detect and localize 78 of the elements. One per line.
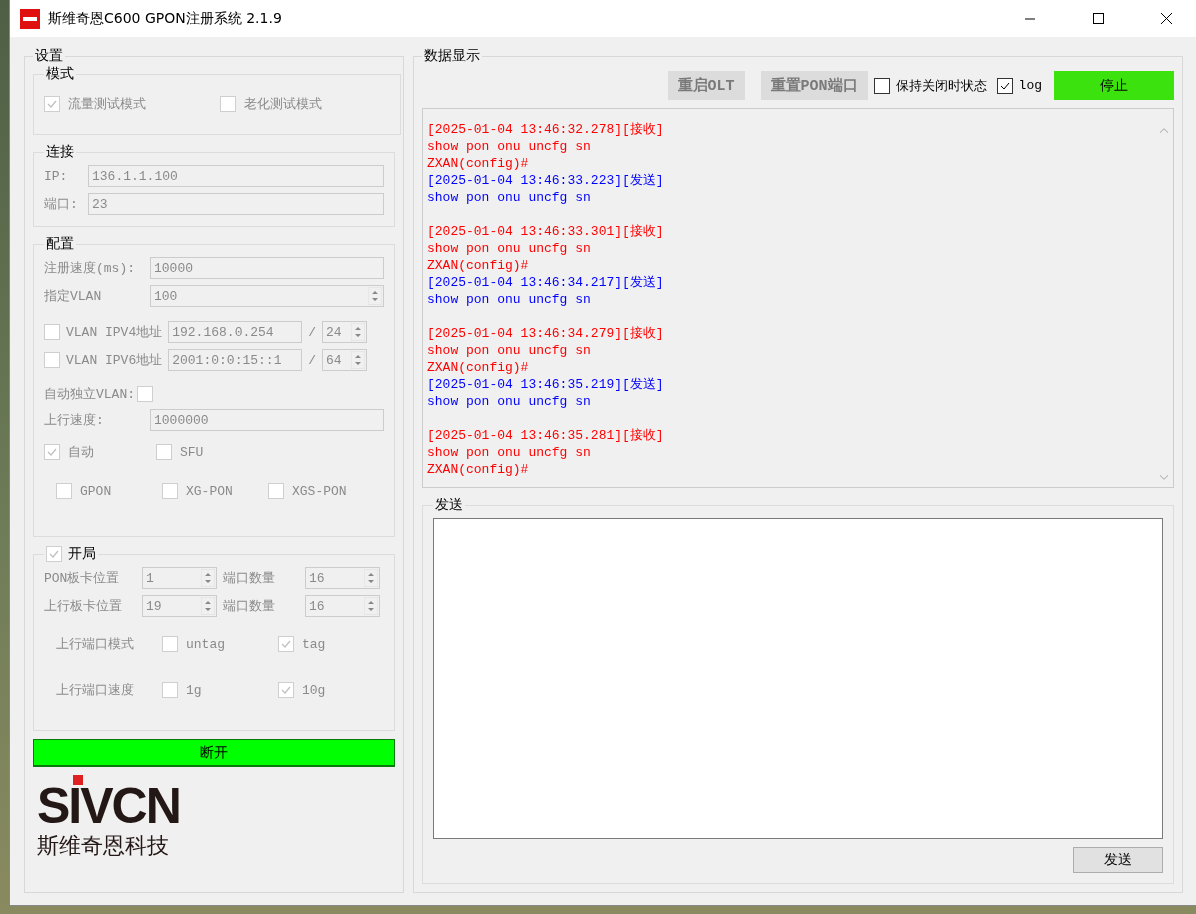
log-line: [2025-01-04 13:46:35.281][接收] [427,427,665,444]
close-icon [1160,13,1172,24]
logo-wordmark: SIVCN [37,783,180,829]
log-line: show pon onu uncfg sn [427,240,592,257]
field-label: 端口数量 [223,570,276,587]
field-label: 上行速度: [44,412,105,429]
checkbox-label: SFU [180,444,204,460]
spinner-arrows-icon[interactable] [364,569,378,587]
field-label: 注册速度(ms): [44,260,136,277]
group-title: 设置 [34,47,64,65]
checkbox-label: 保持关闭时状态 [895,76,987,95]
maximize-icon [1092,13,1104,24]
group-title: 连接 [45,143,75,161]
field-label: PON板卡位置 [44,570,121,587]
group-title-text: 开局 [68,545,96,563]
checkbox-label: tag [302,636,326,652]
field-label: 指定VLAN [44,288,103,305]
spinner-arrows-icon[interactable] [368,287,382,305]
message-input[interactable] [433,518,1163,839]
log-line: ZXAN(config)# [427,359,530,376]
spinner-arrows-icon[interactable] [351,351,366,369]
log-line: show pon onu uncfg sn [427,189,592,206]
checkmark-icon [49,549,59,559]
slash-separator: / [308,324,317,340]
slash-separator: / [308,352,317,368]
spinner-arrows-icon[interactable] [201,597,215,615]
field-label: 上行板卡位置 [44,598,123,615]
checkbox-label: log [1018,78,1042,93]
checkbox-label: 10g [302,682,326,698]
checkmark-icon [47,447,57,457]
log-line: [2025-01-04 13:46:34.217][发送] [427,274,665,291]
field-label: 上行端口速度 [56,682,135,699]
log-line: [2025-01-04 13:46:34.279][接收] [427,325,665,342]
checkmark-icon [999,80,1010,91]
log-line: [2025-01-04 13:46:35.219][发送] [427,376,665,393]
log-line: show pon onu uncfg sn [427,393,592,410]
spinner-arrows-icon[interactable] [351,323,366,341]
checkbox-label: GPON [80,483,112,499]
log-line: [2025-01-04 13:46:33.301][接收] [427,223,665,240]
field-label: IP: [44,168,69,184]
checkbox-label: 自动 [68,444,94,461]
field-label: 端口数量 [223,598,276,615]
checkbox-label: XG-PON [186,483,233,499]
checkbox-label: 自动独立VLAN: [44,386,135,403]
checkbox-label: 流量测试模式 [68,96,146,113]
log-line: ZXAN(config)# [427,155,530,172]
checkmark-icon [281,685,291,695]
field-label: 上行端口模式 [56,636,135,653]
log-line: show pon onu uncfg sn [427,444,592,461]
app-logo-icon [20,8,40,29]
logo-tagline: 斯维奇恩科技 [37,832,170,860]
group-title: 模式 [45,65,75,83]
checkbox[interactable] [873,77,890,94]
checkmark-icon [47,99,57,109]
group-title: 发送 [434,496,464,514]
checkbox-label: VLAN IPV4地址 [66,324,163,341]
checkbox-label: 1g [186,682,202,698]
checkbox[interactable] [996,77,1013,94]
log-line: show pon onu uncfg sn [427,342,592,359]
spinner-arrows-icon[interactable] [364,597,378,615]
group-title: 数据显示 [423,47,481,65]
log-line: ZXAN(config)# [427,461,530,478]
log-line: show pon onu uncfg sn [427,291,592,308]
checkmark-icon [281,639,291,649]
log-line: [2025-01-04 13:46:33.223][发送] [427,172,665,189]
send-button[interactable]: 发送 [1073,847,1163,873]
checkbox-label: untag [186,636,225,652]
checkbox-label: XGS-PON [292,483,347,499]
checkbox-label: 老化测试模式 [244,96,322,113]
stop-button[interactable]: 停止 [1054,71,1174,100]
log-line: show pon onu uncfg sn [427,138,592,155]
checkbox-label: VLAN IPV6地址 [66,352,163,369]
spinner-arrows-icon[interactable] [201,569,215,587]
log-line: ZXAN(config)# [427,257,530,274]
window-title: 斯维奇恩C600 GPON注册系统 2.1.9 [48,9,283,28]
group-title: 配置 [45,235,75,253]
field-label: 端口: [44,196,79,213]
log-line: [2025-01-04 13:46:32.278][接收] [427,121,665,138]
